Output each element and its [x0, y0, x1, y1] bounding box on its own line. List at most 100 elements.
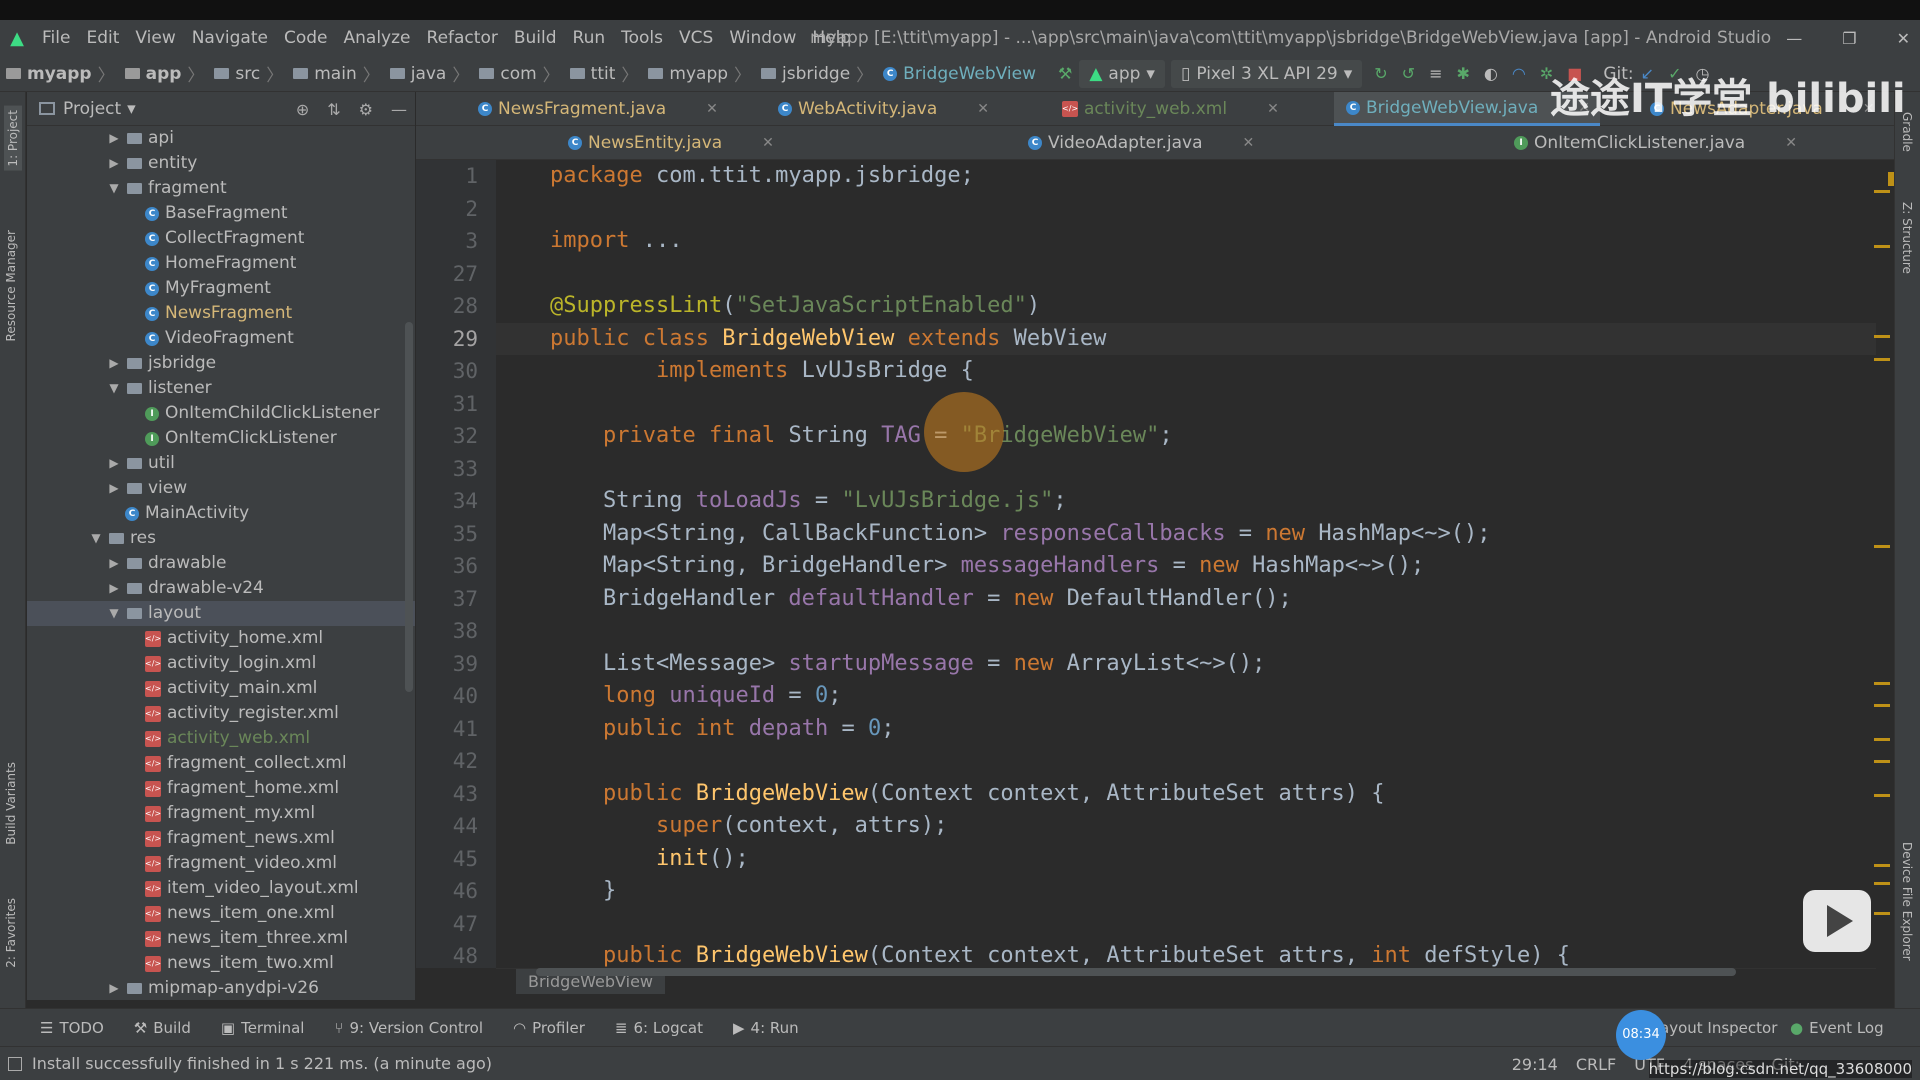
code-editor[interactable]: package com.ttit.myapp.jsbridge; import .…: [496, 160, 1876, 968]
stripe-marker[interactable]: [1874, 794, 1890, 797]
restore-icon[interactable]: ❐: [1842, 29, 1856, 48]
tree-item[interactable]: </> activity_register.xml: [27, 701, 415, 726]
tree-item[interactable]: ▶ util: [27, 451, 415, 476]
code-line[interactable]: [496, 388, 1876, 421]
tool-window-button[interactable]: ▶ 4: Run: [733, 1019, 799, 1037]
code-line[interactable]: }: [496, 875, 1876, 908]
apply-code-changes-icon[interactable]: ↺: [1402, 64, 1415, 83]
close-tab-icon[interactable]: ✕: [706, 101, 718, 117]
profile-icon[interactable]: ◠: [1512, 64, 1526, 83]
tree-item[interactable]: ▶ entity: [27, 151, 415, 176]
chevron-right-icon[interactable]: ▶: [105, 576, 123, 601]
build-variants-tab[interactable]: Build Variants: [4, 762, 18, 845]
stripe-marker[interactable]: [1874, 738, 1890, 741]
tree-item[interactable]: </> activity_home.xml: [27, 626, 415, 651]
cursor-position[interactable]: 29:14: [1512, 1055, 1558, 1074]
stripe-marker[interactable]: [1874, 682, 1890, 685]
code-line[interactable]: long uniqueId = 0;: [496, 680, 1876, 713]
close-tab-icon[interactable]: ✕: [1785, 135, 1797, 151]
tree-item[interactable]: ▼ res: [27, 526, 415, 551]
menu-item-code[interactable]: Code: [284, 28, 328, 48]
video-play-icon[interactable]: [1803, 890, 1871, 952]
sync-list-icon[interactable]: ≡: [1429, 64, 1442, 83]
tree-item[interactable]: C NewsFragment: [27, 301, 415, 326]
code-line[interactable]: [496, 453, 1876, 486]
stripe-marker[interactable]: [1874, 912, 1890, 915]
code-line[interactable]: super(context, attrs);: [496, 810, 1876, 843]
stripe-marker[interactable]: [1874, 882, 1890, 885]
tree-item[interactable]: C MyFragment: [27, 276, 415, 301]
tree-item[interactable]: </> activity_web.xml: [27, 726, 415, 751]
project-tool-tab[interactable]: 1: Project: [4, 106, 22, 171]
code-line[interactable]: [496, 193, 1876, 226]
tree-item[interactable]: I OnItemChildClickListener: [27, 401, 415, 426]
close-tab-icon[interactable]: ✕: [762, 135, 774, 151]
code-line[interactable]: List<Message> startupMessage = new Array…: [496, 648, 1876, 681]
code-line[interactable]: BridgeHandler defaultHandler = new Defau…: [496, 583, 1876, 616]
locate-target-icon[interactable]: ⊕: [296, 100, 309, 119]
tree-item[interactable]: I OnItemClickListener: [27, 426, 415, 451]
code-line[interactable]: [496, 615, 1876, 648]
line-separator[interactable]: CRLF: [1576, 1055, 1616, 1074]
tree-item[interactable]: ▶ view: [27, 476, 415, 501]
close-icon[interactable]: ✕: [1897, 29, 1910, 48]
close-tab-icon[interactable]: ✕: [1243, 135, 1255, 151]
editor-tab[interactable]: C WebActivity.java ✕: [766, 92, 999, 126]
tool-window-button[interactable]: ▣ Terminal: [221, 1019, 305, 1037]
code-line[interactable]: [496, 745, 1876, 778]
chevron-right-icon[interactable]: ▶: [105, 551, 123, 576]
breadcrumb-item[interactable]: myapp 〉: [648, 61, 757, 86]
debug-icon[interactable]: ✱: [1456, 64, 1469, 83]
breadcrumb-item[interactable]: myapp 〉: [6, 61, 121, 86]
menu-item-file[interactable]: File: [42, 28, 70, 48]
menu-item-run[interactable]: Run: [573, 28, 606, 48]
tree-item[interactable]: C MainActivity: [27, 501, 415, 526]
editor-tab[interactable]: C NewsEntity.java ✕: [556, 126, 784, 160]
tree-item[interactable]: ▶ drawable: [27, 551, 415, 576]
code-line[interactable]: [496, 258, 1876, 291]
chevron-down-icon[interactable]: ▼: [87, 526, 105, 551]
apply-changes-icon[interactable]: ↻: [1374, 64, 1387, 83]
tree-item[interactable]: ▼ listener: [27, 376, 415, 401]
chevron-right-icon[interactable]: ▶: [105, 976, 123, 1000]
chevron-right-icon[interactable]: ▶: [105, 126, 123, 151]
layout-inspector-button[interactable]: ayout Inspector: [1660, 1019, 1777, 1037]
menu-item-build[interactable]: Build: [514, 28, 557, 48]
editor-tab[interactable]: I OnItemClickListener.java ✕: [1502, 126, 1807, 160]
project-panel-title[interactable]: Project: [63, 99, 121, 119]
code-line[interactable]: public BridgeWebView(Context context, At…: [496, 778, 1876, 811]
tool-window-button[interactable]: ◠ Profiler: [513, 1019, 585, 1037]
chevron-down-icon[interactable]: ▾: [127, 99, 136, 119]
stripe-marker[interactable]: [1874, 245, 1890, 248]
tree-item[interactable]: </> news_item_three.xml: [27, 926, 415, 951]
minimize-icon[interactable]: —: [1786, 29, 1802, 48]
stripe-marker[interactable]: [1874, 190, 1890, 193]
tree-scrollbar[interactable]: [405, 322, 413, 692]
code-line[interactable]: String toLoadJs = "LvUJsBridge.js";: [496, 485, 1876, 518]
tree-item[interactable]: </> news_item_two.xml: [27, 951, 415, 976]
stripe-marker[interactable]: [1874, 864, 1890, 867]
tool-window-button[interactable]: ⚒ Build: [134, 1019, 191, 1037]
chevron-down-icon[interactable]: ▼: [105, 601, 123, 626]
tree-item[interactable]: ▼ layout: [27, 601, 415, 626]
horizontal-scrollbar[interactable]: [536, 968, 1736, 976]
tree-item[interactable]: </> fragment_home.xml: [27, 776, 415, 801]
tree-item[interactable]: ▶ jsbridge: [27, 351, 415, 376]
chevron-down-icon[interactable]: ▼: [105, 376, 123, 401]
tree-item[interactable]: C HomeFragment: [27, 251, 415, 276]
make-project-hammer-icon[interactable]: ⚒: [1058, 64, 1072, 83]
tree-item[interactable]: </> news_item_one.xml: [27, 901, 415, 926]
menu-item-view[interactable]: View: [135, 28, 175, 48]
code-line[interactable]: private final String TAG = "BridgeWebVie…: [496, 420, 1876, 453]
coverage-icon[interactable]: ◐: [1484, 64, 1498, 83]
stripe-marker[interactable]: [1874, 545, 1890, 548]
resource-manager-tab[interactable]: Resource Manager: [4, 230, 18, 341]
tree-item[interactable]: </> fragment_collect.xml: [27, 751, 415, 776]
tree-item[interactable]: ▶ api: [27, 126, 415, 151]
tree-item[interactable]: ▼ fragment: [27, 176, 415, 201]
editor-tab[interactable]: C VideoAdapter.java ✕: [1016, 126, 1264, 160]
tree-item[interactable]: </> activity_login.xml: [27, 651, 415, 676]
breadcrumb-item[interactable]: C BridgeWebView: [883, 64, 1036, 84]
tree-item[interactable]: </> fragment_video.xml: [27, 851, 415, 876]
stripe-marker[interactable]: [1874, 760, 1890, 763]
